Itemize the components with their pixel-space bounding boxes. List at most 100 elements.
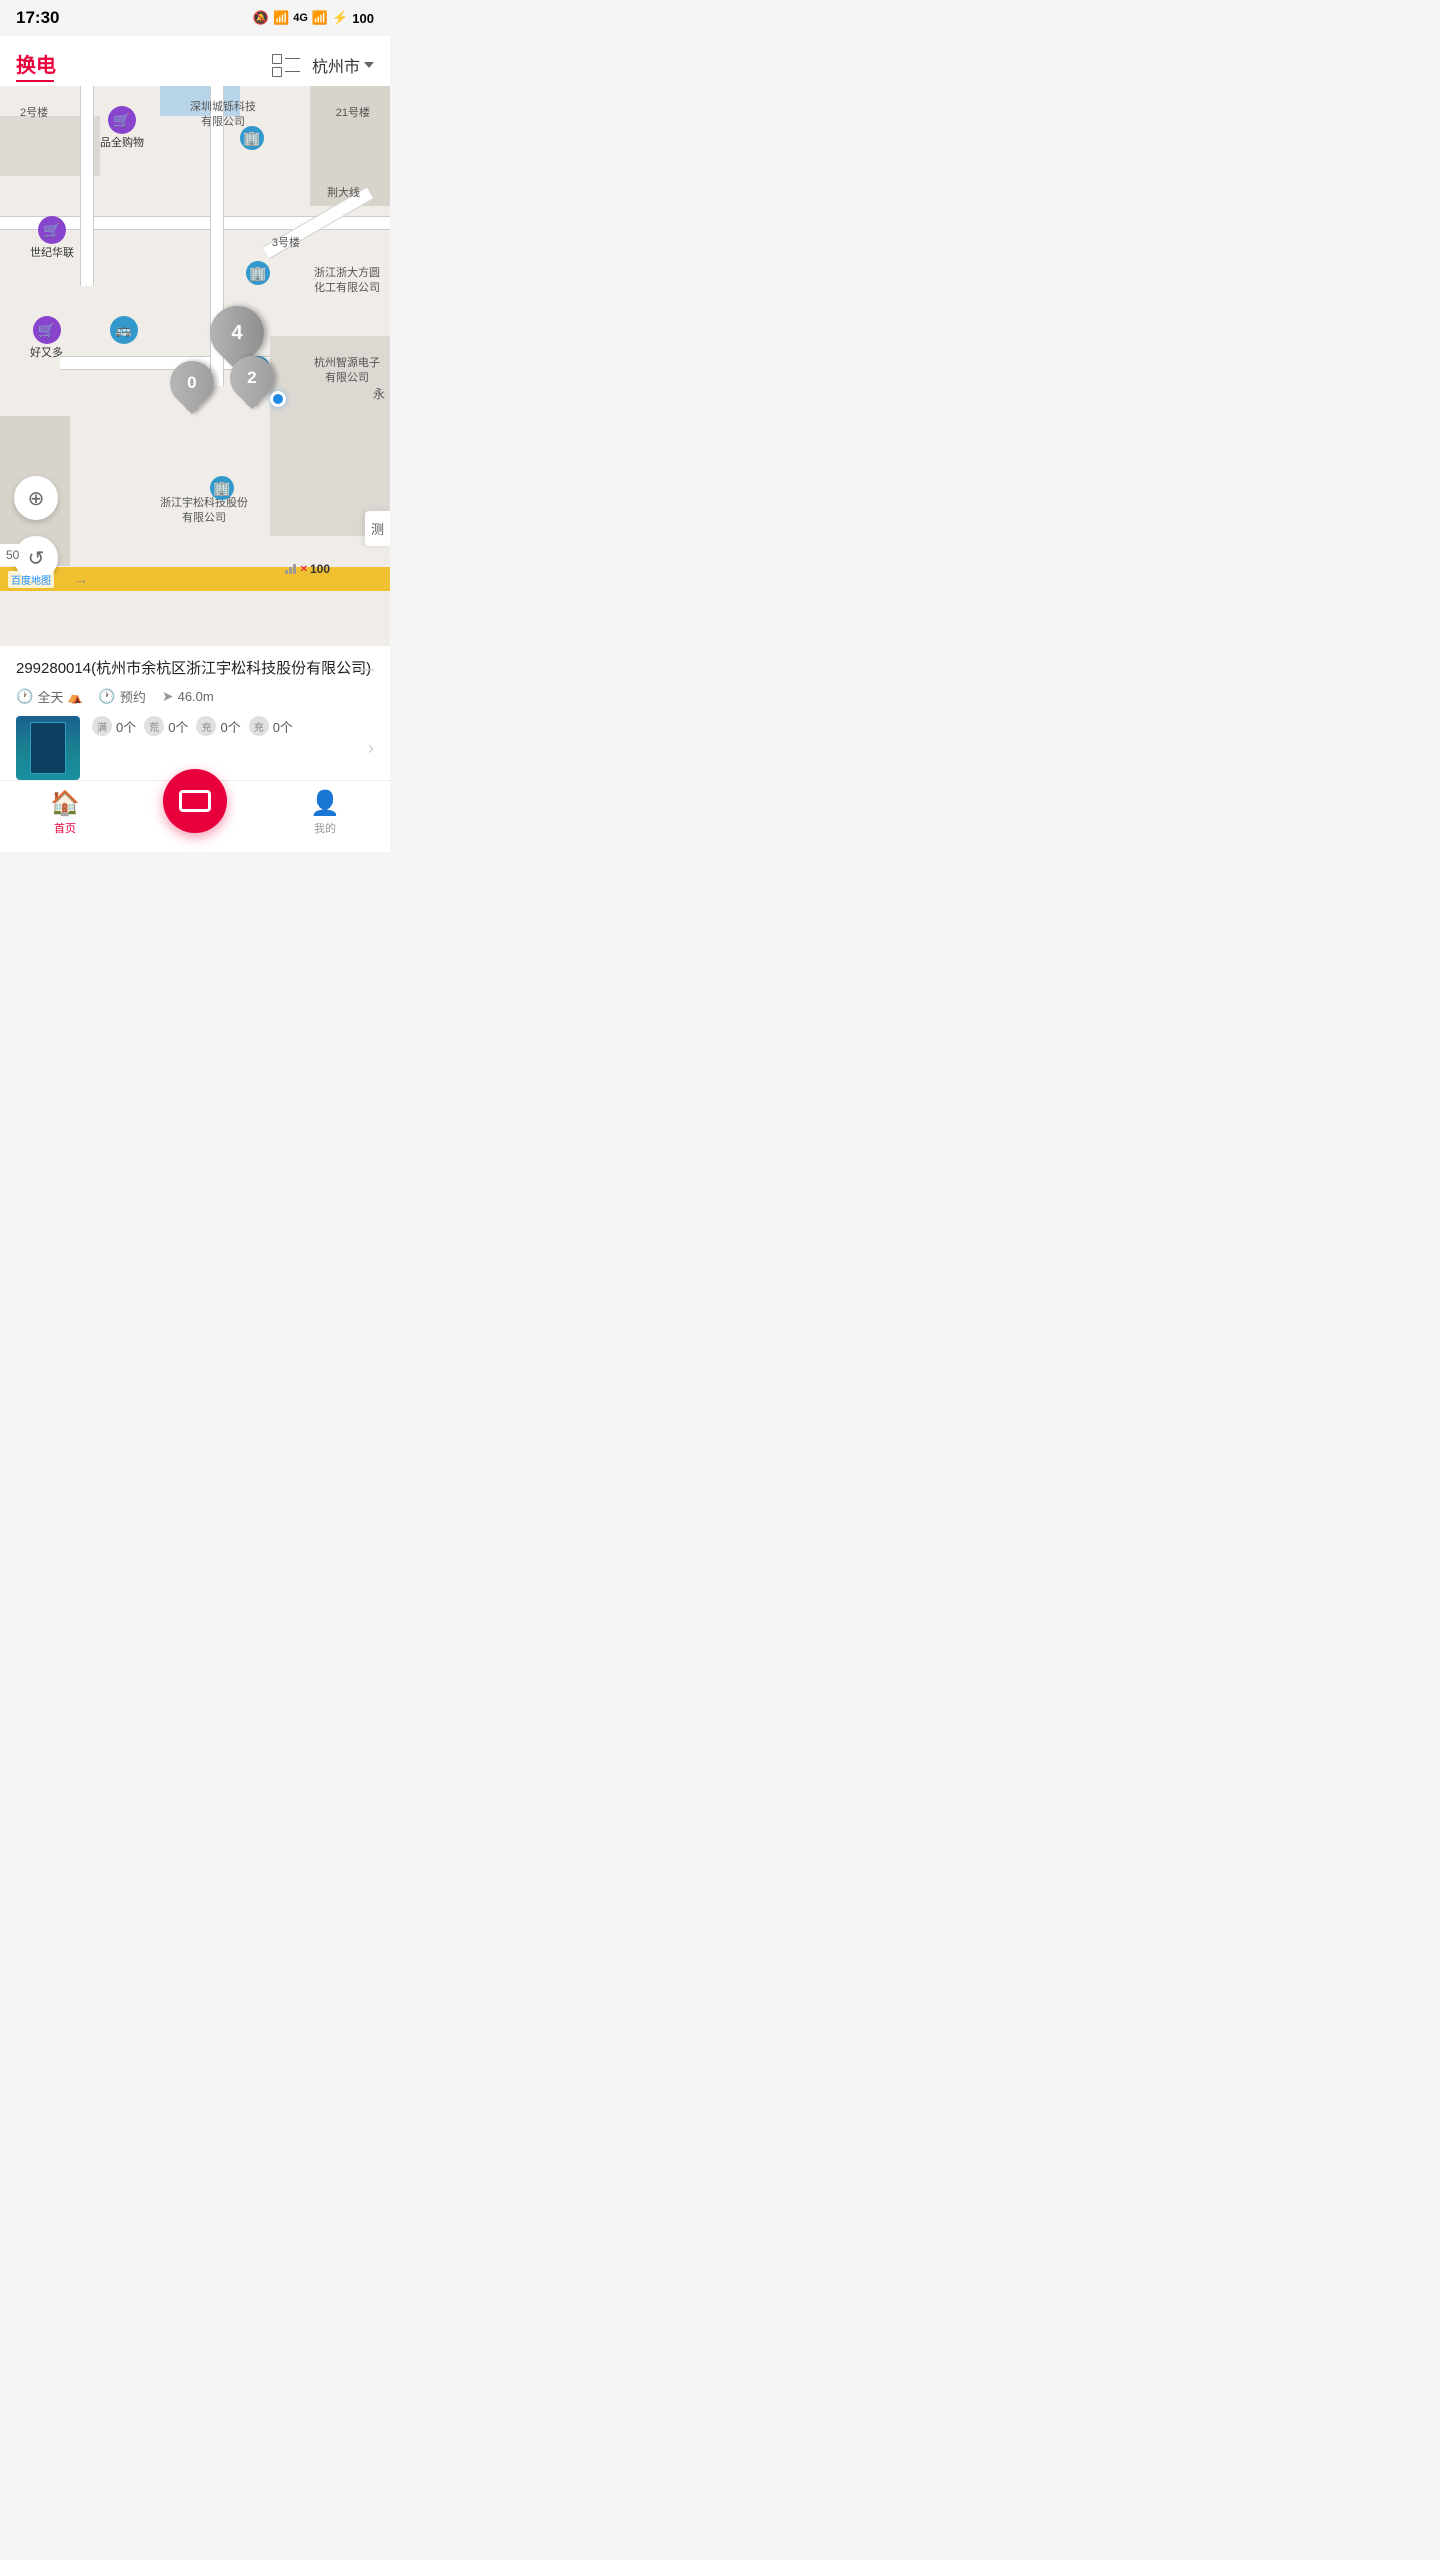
scan-icon xyxy=(179,790,211,812)
open-icon: ⛺ xyxy=(67,690,82,704)
pin-marker-0[interactable]: 0 xyxy=(170,361,214,411)
header-left: 换电 xyxy=(16,49,56,82)
signal-4g-icon: 4G xyxy=(293,12,308,24)
list-grid-icon[interactable] xyxy=(272,53,300,77)
building-icon-shenzhen: 🏢 xyxy=(240,126,264,152)
signal-value: 100 xyxy=(310,562,330,576)
baidu-logo: 百度地图 xyxy=(8,571,54,588)
poi-shiji-icon: 🛒 xyxy=(38,216,66,244)
poi-pinquan-label: 品全购物 xyxy=(100,136,144,150)
navigation-icon: ➤ xyxy=(162,688,174,705)
nav-center-item xyxy=(130,793,260,833)
slot-charging-icon-1: 充 xyxy=(196,716,216,736)
slot-charging-count-2: 0个 xyxy=(273,717,293,736)
home-icon: 🏠 xyxy=(50,789,80,818)
distance-info: ➤ 46.0m xyxy=(162,688,214,705)
poi-haoyouduo-label: 好又多 xyxy=(30,346,63,360)
slot-charging-2: 充 0个 xyxy=(249,716,293,736)
hours-info: 🕐 全天 ⛺ xyxy=(16,687,82,706)
nav-mine[interactable]: 👤 我的 xyxy=(260,789,390,836)
map-label-3hao: 3号楼 xyxy=(272,236,300,251)
map-container[interactable]: ← → 2号楼 21号楼 荆大线 3号楼 永 深圳城铄科技有限公司 浙江浙大方圆… xyxy=(0,86,390,646)
map-label-jingda: 荆大线 xyxy=(327,186,360,201)
slot-charging-1: 充 0个 xyxy=(196,716,240,736)
appointment-info: 🕐 预约 xyxy=(98,687,145,706)
poi-pinquan-icon: 🛒 xyxy=(108,106,136,134)
slot-charging-count-1: 0个 xyxy=(220,717,240,736)
arrow-right-icon: → xyxy=(74,571,88,587)
city-name: 杭州市 xyxy=(312,53,360,77)
bottom-navigation: 🏠 首页 👤 我的 xyxy=(0,780,390,852)
station-title: 299280014(杭州市余杭区浙江宇松科技股份有限公司) xyxy=(16,658,374,679)
status-bar: 17:30 🔕 📶 4G 📶 ⚡ 100 xyxy=(0,0,390,36)
signal-bars xyxy=(285,564,296,574)
grid-line xyxy=(285,58,300,60)
collapse-icon[interactable]: — xyxy=(354,658,374,681)
nav-home-label: 首页 xyxy=(54,820,76,836)
building-icon-zheda: 🏢 xyxy=(246,261,270,287)
header: 换电 杭州市 xyxy=(0,36,390,86)
pin-number-2: 2 xyxy=(247,368,256,388)
slot-full-count: 0个 xyxy=(116,717,136,736)
map-label-yong: 永 xyxy=(373,386,385,403)
station-info-row: 🕐 全天 ⛺ 🕐 预约 ➤ 46.0m xyxy=(16,687,374,706)
signal-x-icon: ✕ xyxy=(300,564,308,575)
appointment-label: 预约 xyxy=(120,687,146,706)
slot-empty-icon: 荒 xyxy=(144,716,164,736)
road-v2 xyxy=(80,86,94,286)
bus-stop-icon: 🚌 xyxy=(110,316,138,346)
user-location-dot xyxy=(270,391,286,407)
title-underline xyxy=(16,80,54,82)
building-icon-yusong: 🏢 xyxy=(210,476,234,502)
station-cabinet xyxy=(30,722,66,774)
station-image xyxy=(16,716,80,780)
slot-empty: 荒 0个 xyxy=(144,716,188,736)
grid-cell xyxy=(272,67,282,77)
grid-cell xyxy=(272,54,282,64)
slot-full: 满 0个 xyxy=(92,716,136,736)
signal-status: ✕ 100 xyxy=(285,562,330,576)
city-selector[interactable]: 杭州市 xyxy=(312,53,374,77)
locate-button[interactable]: ⊕ xyxy=(14,476,58,520)
page-title: 换电 xyxy=(16,49,56,78)
next-arrow-icon[interactable]: › xyxy=(368,738,374,759)
mute-icon: 🔕 xyxy=(253,10,269,26)
poi-haoyouduo[interactable]: 🛒 好又多 xyxy=(30,316,63,360)
poi-shiji[interactable]: 🛒 世纪华联 xyxy=(30,216,74,260)
map-company-zhiyuan: 杭州智源电子有限公司 xyxy=(314,356,380,387)
grid-line xyxy=(285,71,300,73)
survey-button[interactable]: 测 xyxy=(365,511,390,546)
charging-icon: ⚡ xyxy=(332,10,348,26)
slot-full-icon: 满 xyxy=(92,716,112,736)
battery-slots: 满 0个 荒 0个 充 0个 充 0个 xyxy=(92,716,356,736)
profile-icon: 👤 xyxy=(310,789,340,818)
map-company-yusong: 浙江宇松科技股份有限公司 xyxy=(160,496,248,527)
chevron-down-icon xyxy=(364,62,374,68)
refresh-icon: ↺ xyxy=(28,546,45,571)
poi-haoyouduo-icon: 🛒 xyxy=(33,316,61,344)
nav-home[interactable]: 🏠 首页 xyxy=(0,789,130,836)
map-label-2hao: 2号楼 xyxy=(20,106,48,121)
status-time: 17:30 xyxy=(16,8,59,28)
pin-number-4: 4 xyxy=(231,322,242,345)
pin-marker-2[interactable]: 2 xyxy=(230,356,274,406)
clock-icon: 🕐 xyxy=(16,688,33,705)
hours-label: 全天 xyxy=(37,687,63,706)
fifty-label: 50 xyxy=(0,544,25,566)
distance-value: 46.0m xyxy=(178,689,214,704)
signal-bars-icon: 📶 xyxy=(312,10,328,26)
calendar-icon: 🕐 xyxy=(98,688,115,705)
poi-pinquan[interactable]: 🛒 品全购物 xyxy=(100,106,144,150)
station-card: — 299280014(杭州市余杭区浙江宇松科技股份有限公司) 🕐 全天 ⛺ 🕐… xyxy=(0,646,390,780)
poi-shiji-label: 世纪华联 xyxy=(30,246,74,260)
map-company-zheda: 浙江浙大方圆化工有限公司 xyxy=(314,266,380,297)
map-label-21hao: 21号楼 xyxy=(336,106,370,121)
header-right: 杭州市 xyxy=(272,53,374,77)
battery-level: 100 xyxy=(352,11,374,26)
scan-button[interactable] xyxy=(163,769,227,833)
slot-charging-icon-2: 充 xyxy=(249,716,269,736)
nav-mine-label: 我的 xyxy=(314,820,336,836)
wifi-icon: 📶 xyxy=(273,10,289,26)
locate-icon: ⊕ xyxy=(28,486,45,511)
main-road-yellow: ← → xyxy=(0,567,390,591)
